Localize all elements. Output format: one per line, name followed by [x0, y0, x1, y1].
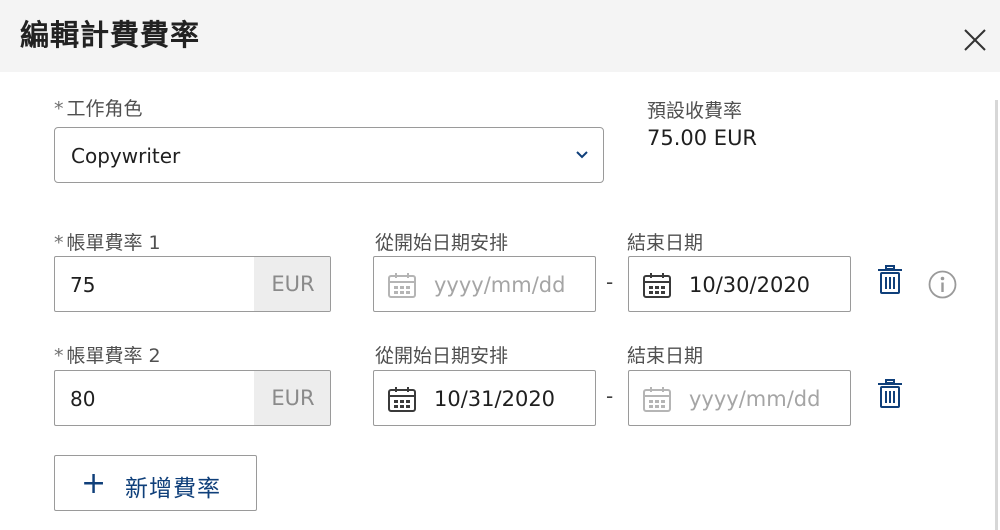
job-role-value: Copywriter	[71, 144, 181, 168]
plus-icon: +	[81, 466, 107, 501]
close-icon[interactable]	[960, 25, 990, 55]
calendar-icon	[643, 273, 671, 298]
job-role-label-text: 工作角色	[66, 98, 143, 120]
add-rate-button[interactable]: + 新增費率	[54, 455, 257, 511]
date-range-separator: -	[606, 384, 614, 408]
billing-rate-2-amount[interactable]: 80	[70, 387, 95, 411]
end-date-label: 結束日期	[627, 345, 704, 367]
required-mark: *	[54, 232, 64, 254]
chevron-down-icon	[576, 151, 588, 159]
job-role-label: * 工作角色	[54, 94, 143, 121]
rate-2-start-date-input[interactable]: 10/31/2020	[373, 370, 596, 426]
default-rate-label: 預設收費率	[647, 100, 743, 122]
info-icon[interactable]	[928, 270, 957, 299]
currency-addon: EUR	[254, 257, 330, 311]
billing-rate-1-label: * 帳單費率 1	[54, 228, 161, 255]
job-role-select[interactable]: Copywriter	[54, 127, 604, 183]
billing-rate-2-label-text: 帳單費率 2	[66, 345, 161, 367]
rate-1-end-date-value: 10/30/2020	[689, 273, 811, 297]
start-date-label: 從開始日期安排	[375, 232, 509, 254]
billing-rate-2-label: * 帳單費率 2	[54, 341, 161, 368]
end-date-label: 結束日期	[627, 232, 704, 254]
required-mark: *	[54, 345, 64, 367]
billing-rate-2-input[interactable]: 80 EUR	[54, 370, 331, 426]
date-range-separator: -	[606, 270, 614, 294]
dialog-header: 編輯計費費率	[0, 0, 1000, 72]
currency-addon: EUR	[254, 371, 330, 425]
add-rate-label: 新增費率	[125, 476, 221, 502]
rate-2-end-date-placeholder: yyyy/mm/dd	[689, 387, 821, 411]
billing-rate-1-amount[interactable]: 75	[70, 273, 95, 297]
required-mark: *	[54, 98, 64, 120]
scrollbar[interactable]	[995, 100, 998, 530]
trash-icon[interactable]	[877, 265, 903, 295]
rate-1-start-date-placeholder: yyyy/mm/dd	[434, 273, 566, 297]
start-date-label: 從開始日期安排	[375, 345, 509, 367]
dialog-title: 編輯計費費率	[20, 18, 201, 52]
billing-rate-1-label-text: 帳單費率 1	[66, 232, 161, 254]
trash-icon[interactable]	[877, 379, 903, 409]
calendar-icon	[643, 387, 671, 412]
rate-2-start-date-value: 10/31/2020	[434, 387, 556, 411]
billing-rate-1-input[interactable]: 75 EUR	[54, 256, 331, 312]
default-rate-value: 75.00 EUR	[647, 126, 758, 150]
rate-2-end-date-input[interactable]: yyyy/mm/dd	[628, 370, 851, 426]
rate-1-end-date-input[interactable]: 10/30/2020	[628, 256, 851, 312]
calendar-icon	[388, 273, 416, 298]
rate-1-start-date-input[interactable]: yyyy/mm/dd	[373, 256, 596, 312]
calendar-icon	[388, 387, 416, 412]
